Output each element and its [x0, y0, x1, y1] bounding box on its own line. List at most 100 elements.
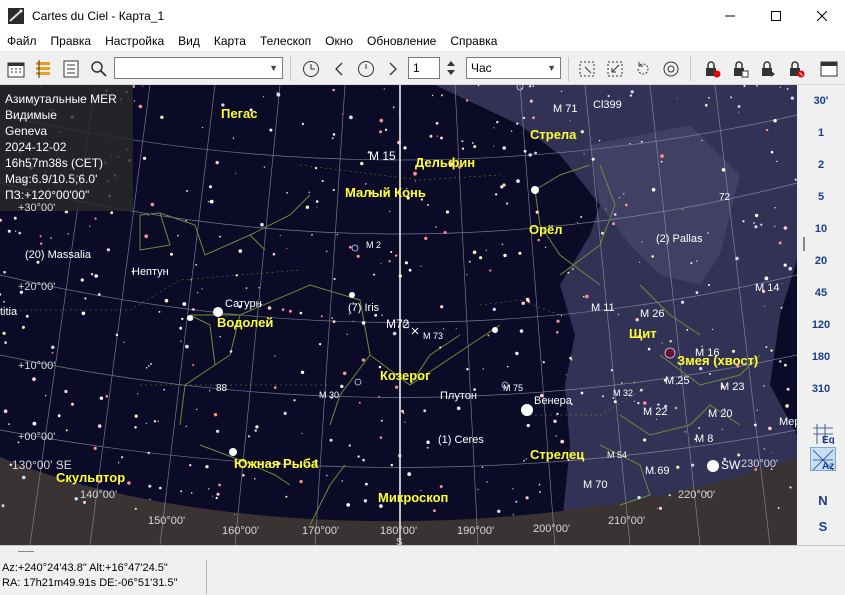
constellation-label[interactable]: Щит — [629, 326, 657, 341]
star — [299, 480, 303, 484]
object-label[interactable]: M 11 — [591, 302, 615, 314]
menu-chart[interactable]: Карта — [207, 31, 253, 51]
menu-edit[interactable]: Правка — [44, 31, 99, 51]
now-button[interactable] — [300, 58, 322, 80]
object-label[interactable]: Нептун — [132, 266, 169, 278]
close-button[interactable] — [799, 0, 845, 31]
target-button[interactable] — [660, 58, 682, 80]
altaz-button[interactable]: Az — [810, 447, 836, 471]
object-label[interactable]: M 16 — [695, 347, 719, 359]
object-label[interactable]: M 71 — [553, 103, 577, 115]
object-label[interactable]: M 8 — [695, 433, 713, 445]
menu-view[interactable]: Вид — [171, 31, 207, 51]
object-label[interactable]: M 70 — [583, 479, 607, 491]
constellation-label[interactable]: Стрелец — [530, 447, 584, 462]
object-label[interactable]: Мер — [779, 416, 797, 428]
constellation-label[interactable]: Козерог — [380, 368, 431, 383]
constellation-label[interactable]: Скульптор — [56, 470, 126, 485]
calendar-button[interactable] — [5, 58, 27, 80]
object-label[interactable]: (1) Ceres — [438, 434, 484, 446]
telescope-lock-button[interactable] — [729, 58, 751, 80]
fov-1deg-button[interactable]: 1 — [797, 127, 845, 139]
object-label[interactable]: M 22 — [643, 406, 667, 418]
menu-help[interactable]: Справка — [443, 31, 504, 51]
object-label[interactable]: M 54 — [607, 450, 627, 460]
fullscreen-button[interactable] — [818, 58, 840, 80]
south-button[interactable]: S — [810, 514, 836, 538]
time-unit-select[interactable]: Час ▼ — [466, 57, 561, 79]
fov-310deg-button[interactable]: 310 — [797, 383, 845, 395]
list-button[interactable] — [60, 58, 82, 80]
object-label[interactable]: M 23 — [720, 381, 744, 393]
object-label[interactable]: M 73 — [423, 331, 443, 341]
star — [301, 122, 305, 126]
object-label[interactable]: Плутон — [440, 390, 477, 402]
menu-file[interactable]: Файл — [0, 31, 44, 51]
object-label[interactable]: M 2 — [366, 240, 381, 250]
object-label[interactable]: M 75 — [503, 383, 523, 393]
fov-2deg-button[interactable]: 2 — [797, 159, 845, 171]
step-forward-button[interactable] — [382, 58, 404, 80]
object-label[interactable]: (20) Massalia — [25, 249, 91, 261]
menu-update[interactable]: Обновление — [360, 31, 443, 51]
object-label[interactable]: 88 — [216, 383, 227, 394]
time-step-spinner[interactable] — [443, 57, 459, 79]
menu-setup[interactable]: Настройка — [98, 31, 171, 51]
fov-5deg-button[interactable]: 5 — [797, 191, 845, 203]
rotate-button[interactable] — [632, 58, 654, 80]
object-label[interactable]: M 15 — [369, 149, 396, 163]
star — [598, 139, 601, 142]
fit-area-button[interactable] — [604, 58, 626, 80]
fov-120deg-button[interactable]: 120 — [797, 319, 845, 331]
constellation-label[interactable]: Стрела — [530, 127, 576, 142]
object-label[interactable]: (2) Pallas — [656, 233, 702, 245]
constellation-label[interactable]: Малый Конь — [345, 185, 426, 200]
current-time-button[interactable] — [355, 58, 377, 80]
list-icon — [63, 60, 79, 78]
telescope-connect-button[interactable] — [701, 58, 723, 80]
constellation-label[interactable]: Орёл — [529, 222, 563, 237]
object-list-button[interactable] — [32, 58, 54, 80]
step-back-button[interactable] — [328, 58, 350, 80]
minimize-button[interactable] — [707, 0, 753, 31]
fov-45deg-button[interactable]: 45 — [797, 287, 845, 299]
object-label[interactable]: SW — [721, 458, 740, 472]
search-button[interactable] — [88, 58, 110, 80]
object-label[interactable]: 72 — [719, 192, 730, 203]
fov-10deg-button[interactable]: 10 — [797, 223, 845, 235]
fov-180deg-button[interactable]: 180 — [797, 351, 845, 363]
object-label[interactable]: Венера — [534, 395, 572, 407]
object-label[interactable]: Cl399 — [593, 99, 622, 111]
constellation-label[interactable]: Дельфин — [415, 155, 475, 170]
object-label[interactable]: M 14 — [755, 282, 779, 294]
constellation-label[interactable]: Пегас — [221, 106, 257, 121]
object-label[interactable]: titia — [0, 306, 17, 318]
object-label[interactable]: M 69 — [645, 465, 669, 477]
constellation-label[interactable]: Микроскоп — [378, 490, 448, 505]
time-step-field[interactable]: 1 — [408, 57, 440, 79]
object-label[interactable]: M 32 — [613, 388, 633, 398]
object-label[interactable]: M 20 — [708, 408, 732, 420]
zoom-area-button[interactable] — [576, 58, 598, 80]
telescope-abort-button[interactable] — [785, 58, 807, 80]
maximize-button[interactable] — [753, 0, 799, 31]
menu-window[interactable]: Окно — [318, 31, 360, 51]
search-input[interactable]: ▼ — [114, 57, 283, 79]
menu-telescope[interactable]: Телескоп — [253, 31, 318, 51]
north-button[interactable]: N — [810, 488, 836, 512]
object-label[interactable]: M 30 — [319, 390, 339, 400]
fov-30min-button[interactable]: 30' — [797, 95, 845, 107]
constellation-label[interactable]: Водолей — [217, 315, 273, 330]
sky-chart[interactable]: Азимутальные MER Видимые Geneva 2024-12-… — [0, 85, 797, 545]
sun-marker[interactable] — [707, 460, 719, 472]
fov-20deg-button[interactable]: 20 — [797, 255, 845, 267]
object-label[interactable]: M72 — [386, 317, 409, 331]
object-label[interactable]: M 25 — [665, 375, 689, 387]
venus-marker[interactable] — [521, 404, 533, 416]
constellation-label[interactable]: Южная Рыба — [234, 456, 318, 471]
telescope-sync-button[interactable] — [757, 58, 779, 80]
object-label[interactable]: M 26 — [640, 308, 664, 320]
equatorial-button[interactable]: Eq — [810, 421, 836, 445]
object-label[interactable]: Сатурн — [225, 298, 262, 310]
object-label[interactable]: (7) Iris — [348, 302, 379, 314]
